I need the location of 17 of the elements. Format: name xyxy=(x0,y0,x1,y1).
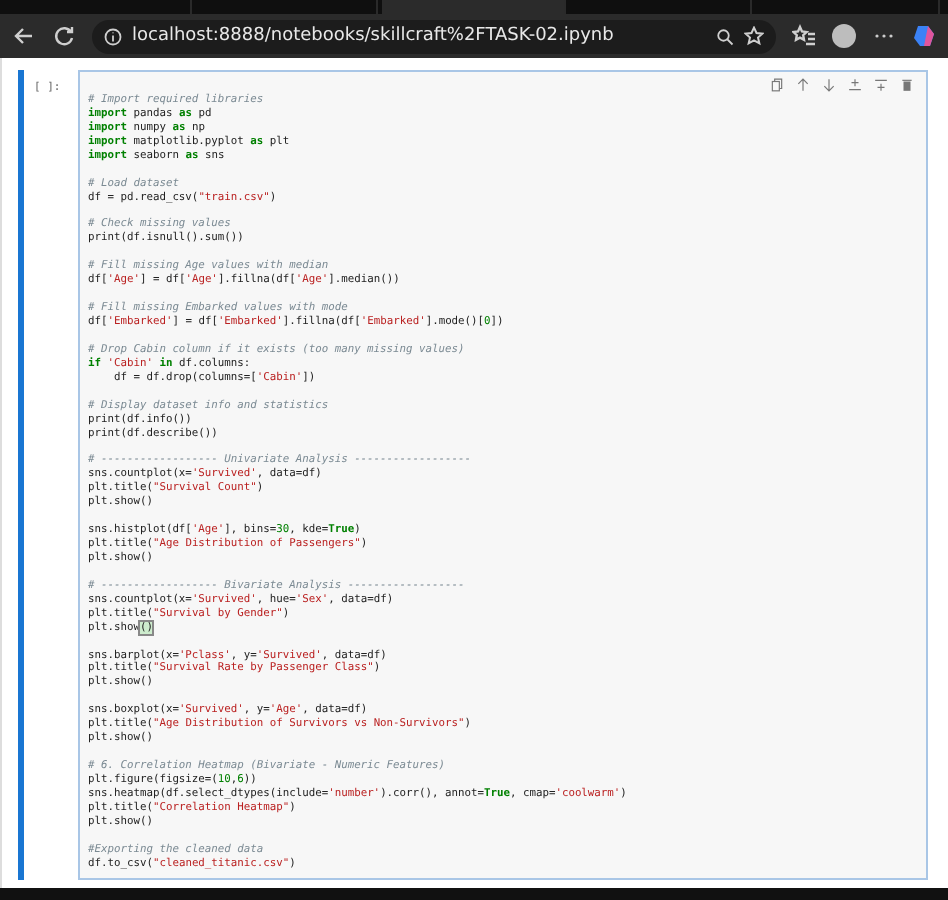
favorites-icon[interactable] xyxy=(792,24,816,48)
star-icon[interactable] xyxy=(744,26,764,46)
copy-icon[interactable] xyxy=(770,78,784,92)
address-bar[interactable]: localhost:8888/notebooks/skillcraft%2FTASK-02.ipynb xyxy=(92,19,776,53)
insert-above-icon[interactable] xyxy=(848,78,862,92)
url-text: localhost:8888/notebooks/skillcraft%2FTASK-02.ipynb xyxy=(132,26,616,46)
code-cell[interactable] xyxy=(78,70,928,880)
reload-icon[interactable] xyxy=(52,24,76,48)
up-arrow-icon[interactable] xyxy=(796,78,810,92)
info-icon[interactable] xyxy=(104,27,122,45)
back-icon[interactable] xyxy=(12,24,36,48)
profile-avatar[interactable] xyxy=(832,24,856,48)
delete-icon[interactable] xyxy=(900,78,914,92)
down-arrow-icon[interactable] xyxy=(822,78,836,92)
zoom-icon[interactable] xyxy=(716,27,734,45)
insert-below-icon[interactable] xyxy=(874,78,888,92)
copilot-icon[interactable] xyxy=(912,24,936,48)
